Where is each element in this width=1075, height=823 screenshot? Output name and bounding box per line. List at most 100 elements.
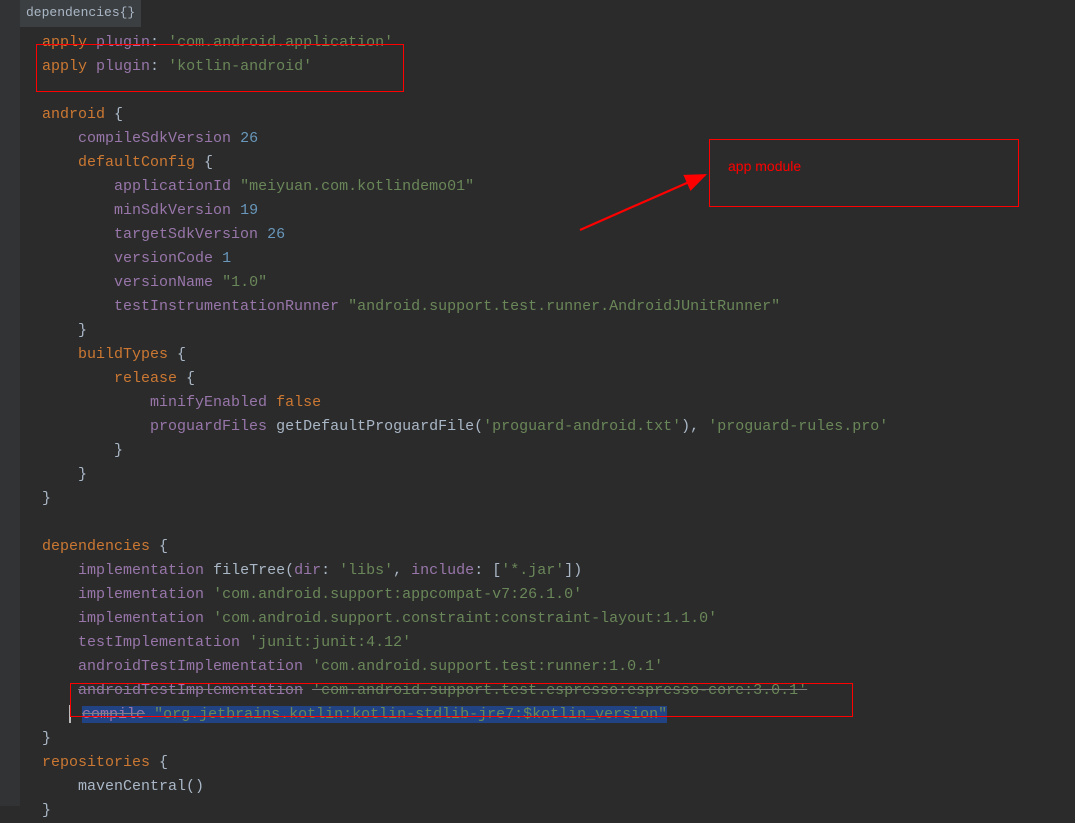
brace: { xyxy=(150,754,168,771)
paren: ), xyxy=(681,418,699,435)
string: 'com.android.support.constraint:constrai… xyxy=(213,610,717,627)
keyword: apply xyxy=(42,58,87,75)
code-line[interactable]: implementation 'com.android.support.cons… xyxy=(20,607,1075,631)
string: 'junit:junit:4.12' xyxy=(249,634,411,651)
string: 'com.android.support.test:runner:1.0.1' xyxy=(312,658,663,675)
property: testInstrumentationRunner xyxy=(114,298,339,315)
property: plugin xyxy=(96,34,150,51)
code-line[interactable]: mavenCentral() xyxy=(20,775,1075,799)
annotation-label: app module xyxy=(728,158,801,174)
code-line[interactable]: apply plugin: 'kotlin-android' xyxy=(20,55,1075,79)
brace: { xyxy=(105,106,123,123)
code-line[interactable]: } xyxy=(20,439,1075,463)
property: proguardFiles xyxy=(150,418,267,435)
string: 'proguard-rules.pro' xyxy=(708,418,888,435)
keyword: buildTypes xyxy=(78,346,168,363)
property: minSdkVersion xyxy=(114,202,231,219)
code-line[interactable]: dependencies { xyxy=(20,535,1075,559)
brace: { xyxy=(177,370,195,387)
method-call: fileTree( xyxy=(213,562,294,579)
code-line[interactable]: implementation fileTree(dir: 'libs', inc… xyxy=(20,559,1075,583)
code-line[interactable]: implementation 'com.android.support:appc… xyxy=(20,583,1075,607)
param: dir xyxy=(294,562,321,579)
string: '*.jar' xyxy=(501,562,564,579)
colon: : xyxy=(321,562,330,579)
code-line[interactable]: } xyxy=(20,727,1075,751)
string: 'com.android.application' xyxy=(168,34,393,51)
breadcrumb[interactable]: dependencies{} xyxy=(20,0,141,27)
code-line[interactable]: apply plugin: 'com.android.application' xyxy=(20,31,1075,55)
number: 1 xyxy=(222,250,231,267)
code-line[interactable]: testImplementation 'junit:junit:4.12' xyxy=(20,631,1075,655)
brace: { xyxy=(195,154,213,171)
keyword: repositories xyxy=(42,754,150,771)
code-line[interactable] xyxy=(20,511,1075,535)
code-line[interactable]: androidTestImplementation 'com.android.s… xyxy=(20,655,1075,679)
code-line[interactable]: targetSdkVersion 26 xyxy=(20,223,1075,247)
property: implementation xyxy=(78,562,204,579)
code-line[interactable]: versionCode 1 xyxy=(20,247,1075,271)
string: 'proguard-android.txt' xyxy=(483,418,681,435)
property: minifyEnabled xyxy=(150,394,267,411)
keyword: apply xyxy=(42,34,87,51)
code-line[interactable]: } xyxy=(20,319,1075,343)
text-caret xyxy=(69,705,71,723)
brace: { xyxy=(150,538,168,555)
code-line[interactable] xyxy=(20,79,1075,103)
code-line[interactable]: } xyxy=(20,487,1075,511)
brace: } xyxy=(114,442,123,459)
string: 'kotlin-android' xyxy=(168,58,312,75)
code-line[interactable]: versionName "1.0" xyxy=(20,271,1075,295)
property: testImplementation xyxy=(78,634,240,651)
method-call: mavenCentral() xyxy=(78,778,204,795)
code-line[interactable]: androidTestImplementation 'com.android.s… xyxy=(20,679,1075,703)
keyword: android xyxy=(42,106,105,123)
code-line[interactable]: } xyxy=(20,463,1075,487)
property: implementation xyxy=(78,610,204,627)
brace: } xyxy=(78,322,87,339)
code-line[interactable]: proguardFiles getDefaultProguardFile('pr… xyxy=(20,415,1075,439)
code-line[interactable]: release { xyxy=(20,367,1075,391)
property: versionCode xyxy=(114,250,213,267)
colon: : xyxy=(150,58,159,75)
string-deprecated: 'com.android.support.test.espresso:espre… xyxy=(312,682,807,699)
string: "meiyuan.com.kotlindemo01" xyxy=(240,178,474,195)
bracket: ]) xyxy=(564,562,582,579)
property: targetSdkVersion xyxy=(114,226,258,243)
method-call: getDefaultProguardFile( xyxy=(276,418,483,435)
keyword: defaultConfig xyxy=(78,154,195,171)
code-line[interactable]: testInstrumentationRunner "android.suppo… xyxy=(20,295,1075,319)
code-line[interactable]: android { xyxy=(20,103,1075,127)
number: 19 xyxy=(240,202,258,219)
code-line[interactable]: } xyxy=(20,799,1075,823)
number: 26 xyxy=(240,130,258,147)
colon: : xyxy=(150,34,159,51)
property-deprecated: androidTestImplementation xyxy=(78,682,303,699)
string: 'libs' xyxy=(339,562,393,579)
brace: } xyxy=(42,730,51,747)
keyword: release xyxy=(114,370,177,387)
string: "1.0" xyxy=(222,274,267,291)
param: include xyxy=(411,562,474,579)
brace: { xyxy=(168,346,186,363)
code-line-selected[interactable]: compile "org.jetbrains.kotlin:kotlin-std… xyxy=(20,703,1075,727)
string: "android.support.test.runner.AndroidJUni… xyxy=(348,298,780,315)
number: 26 xyxy=(267,226,285,243)
annotation-app-module: app module xyxy=(709,139,1019,207)
code-line[interactable]: repositories { xyxy=(20,751,1075,775)
string: "org.jetbrains.kotlin:kotlin-stdlib-jre7… xyxy=(154,706,667,723)
property: applicationId xyxy=(114,178,231,195)
property: implementation xyxy=(78,586,204,603)
property: plugin xyxy=(96,58,150,75)
code-line[interactable]: buildTypes { xyxy=(20,343,1075,367)
property-deprecated: compile xyxy=(82,706,145,723)
string: 'com.android.support:appcompat-v7:26.1.0… xyxy=(213,586,582,603)
brace: } xyxy=(42,802,51,819)
keyword: dependencies xyxy=(42,538,150,555)
property: androidTestImplementation xyxy=(78,658,303,675)
code-line[interactable]: minifyEnabled false xyxy=(20,391,1075,415)
colon: : xyxy=(474,562,483,579)
brace: } xyxy=(42,490,51,507)
property: compileSdkVersion xyxy=(78,130,231,147)
boolean: false xyxy=(276,394,321,411)
